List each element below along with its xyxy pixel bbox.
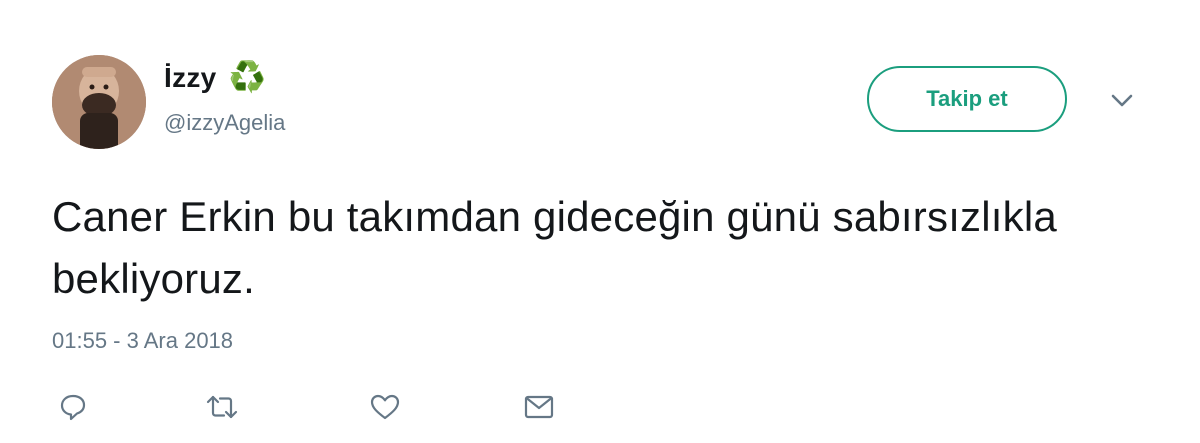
- recycle-icon: ♻️: [228, 61, 266, 94]
- follow-button[interactable]: Takip et: [867, 66, 1067, 132]
- retweet-icon[interactable]: [205, 390, 239, 424]
- tweet-actions: [0, 390, 1200, 426]
- reply-icon[interactable]: [56, 390, 90, 424]
- display-name[interactable]: İzzy: [164, 62, 217, 94]
- tweet-card: İzzy ♻️ @izzyAgelia Takip et Caner Erkin…: [0, 0, 1200, 443]
- heart-icon[interactable]: [368, 390, 402, 424]
- user-handle[interactable]: @izzyAgelia: [164, 110, 285, 136]
- tweet-text: Caner Erkin bu takımdan gideceğin günü s…: [52, 193, 1057, 302]
- envelope-icon[interactable]: [522, 390, 556, 424]
- tweet-timestamp[interactable]: 01:55 - 3 Ara 2018: [52, 328, 233, 354]
- chevron-down-icon[interactable]: [1108, 90, 1136, 110]
- author-name-row[interactable]: İzzy ♻️: [164, 62, 266, 94]
- avatar[interactable]: [52, 55, 146, 149]
- avatar-image: [52, 55, 146, 149]
